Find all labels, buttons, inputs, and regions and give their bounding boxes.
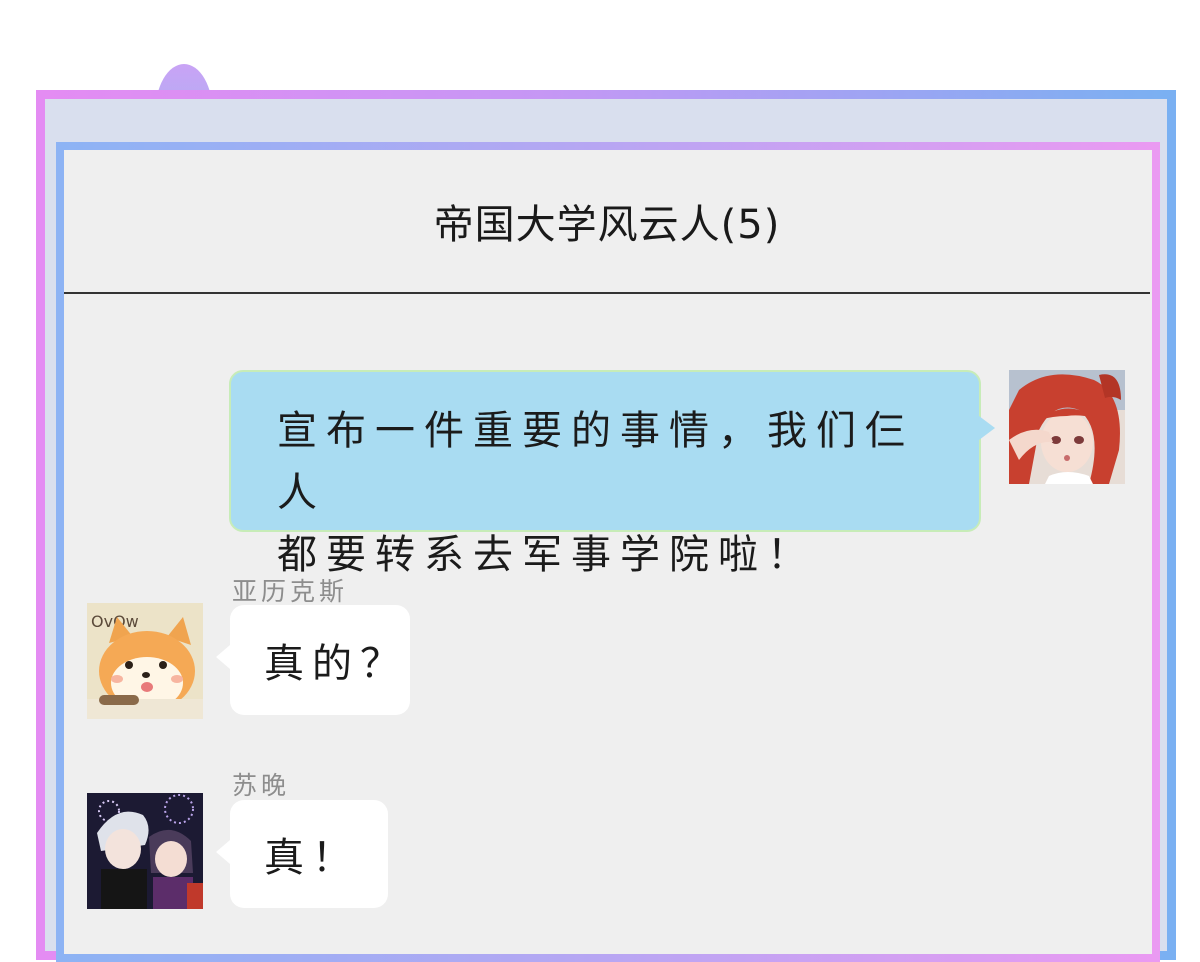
message-text: 真！ [264, 835, 360, 881]
message-text-line: 都要转系去军事学院啦！ [277, 532, 816, 578]
message-text: 真的？ [264, 641, 408, 687]
message-bubble-other[interactable]: 真的？ [216, 605, 410, 715]
message-bubble-other[interactable]: 真！ [216, 800, 388, 908]
message-bubble-self[interactable]: 宣布一件重要的事情，我们仨人 都要转系去军事学院啦！ [229, 370, 995, 578]
sender-name: 苏晚 [232, 771, 291, 800]
sender-name: 亚历克斯 [232, 577, 349, 606]
couple-fireworks-avatar[interactable] [87, 793, 203, 909]
chat-header: 帝国大学风云人(5) [64, 150, 1150, 294]
red-haired-girl-avatar[interactable] [1009, 370, 1125, 484]
chat-title: 帝国大学风云人(5) [433, 202, 781, 248]
message-text-line: 宣布一件重要的事情，我们仨人 [277, 408, 914, 516]
shiba-dog-avatar[interactable]: OvOw [87, 603, 203, 719]
